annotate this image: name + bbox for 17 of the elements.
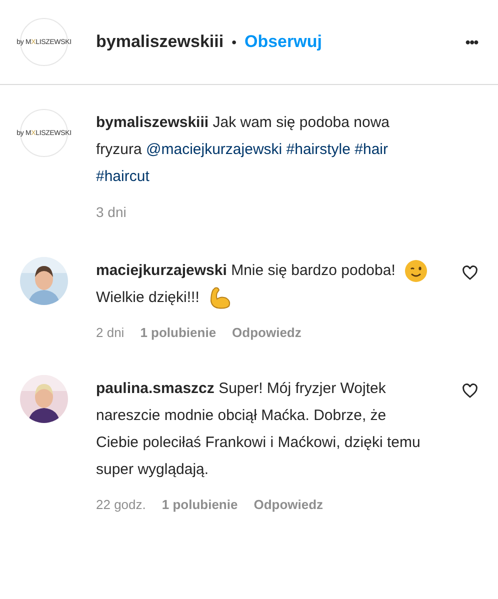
winking-face-icon bbox=[404, 259, 428, 284]
timestamp: 2 dni bbox=[96, 324, 124, 342]
comment-text: paulina.smaszcz Super! Mój fryzjer Wojtek nareszcie modnie obciął Maćka. Dobrze, że Ciebie poleciłaś Frankowi i Maćkowi, dzięki temu super wyglądają. bbox=[96, 378, 422, 480]
heart-icon[interactable] bbox=[462, 265, 478, 281]
timestamp: 22 godz. bbox=[96, 496, 146, 514]
tag-link[interactable]: #haircut bbox=[96, 168, 150, 185]
tag-link[interactable]: #hairstyle bbox=[286, 141, 350, 158]
username[interactable]: bymaliszewskiii bbox=[96, 29, 224, 55]
tag-link[interactable]: #hair bbox=[354, 141, 388, 158]
more-options-button[interactable]: ••• bbox=[465, 32, 478, 52]
timestamp: 3 dni bbox=[96, 203, 126, 222]
flexed-arm-icon bbox=[208, 286, 232, 310]
tag-link[interactable]: @maciejkurzajewski bbox=[146, 141, 282, 158]
separator-dot: • bbox=[232, 32, 236, 52]
caption-text: bymaliszewskiii Jak wam się podoba nowa fryzura @maciejkurzajewski #hairstyle #hair #haircut bbox=[96, 113, 391, 187]
heart-icon[interactable] bbox=[462, 382, 478, 398]
comment-text: maciejkurzajewski Mnie się bardzo podoba! Wielkie dzięki!!! bbox=[96, 257, 448, 311]
